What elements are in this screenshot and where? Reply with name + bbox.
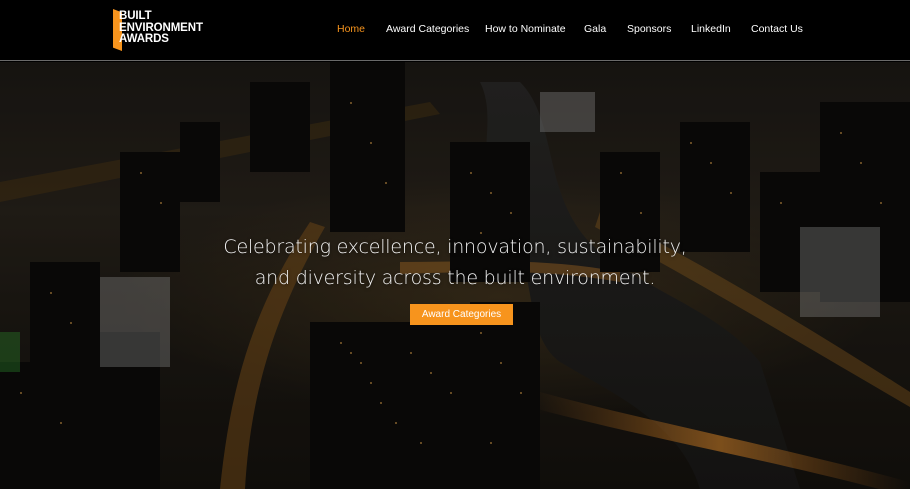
hero-headline-line-1: Celebrating excellence, innovation, sust… xyxy=(223,236,687,258)
nav-item-linkedin[interactable]: LinkedIn xyxy=(691,23,731,35)
logo-line-1: BUILT xyxy=(119,10,152,22)
award-categories-button[interactable]: Award Categories xyxy=(410,304,513,325)
nav-item-contact-us[interactable]: Contact Us xyxy=(751,23,803,35)
nav-item-home[interactable]: Home xyxy=(337,23,365,35)
nav-item-award-categories[interactable]: Award Categories xyxy=(386,23,469,35)
nav-item-sponsors[interactable]: Sponsors xyxy=(627,23,671,35)
logo-line-3: AWARDS xyxy=(119,33,169,45)
hero-headline-line-2: and diversity across the built environme… xyxy=(254,267,656,289)
logo-wordmark: BUILT ENVIRONMENT AWARDS xyxy=(119,10,203,46)
site-logo[interactable]: BUILT ENVIRONMENT AWARDS xyxy=(113,9,209,51)
hero-section: Celebrating excellence, innovation, sust… xyxy=(0,62,910,489)
nav-item-gala[interactable]: Gala xyxy=(584,23,606,35)
hero-headline: Celebrating excellence, innovation, sust… xyxy=(0,232,910,294)
site-header: BUILT ENVIRONMENT AWARDS Home Award Cate… xyxy=(0,0,910,61)
nav-item-how-to-nominate[interactable]: How to Nominate xyxy=(485,23,566,35)
